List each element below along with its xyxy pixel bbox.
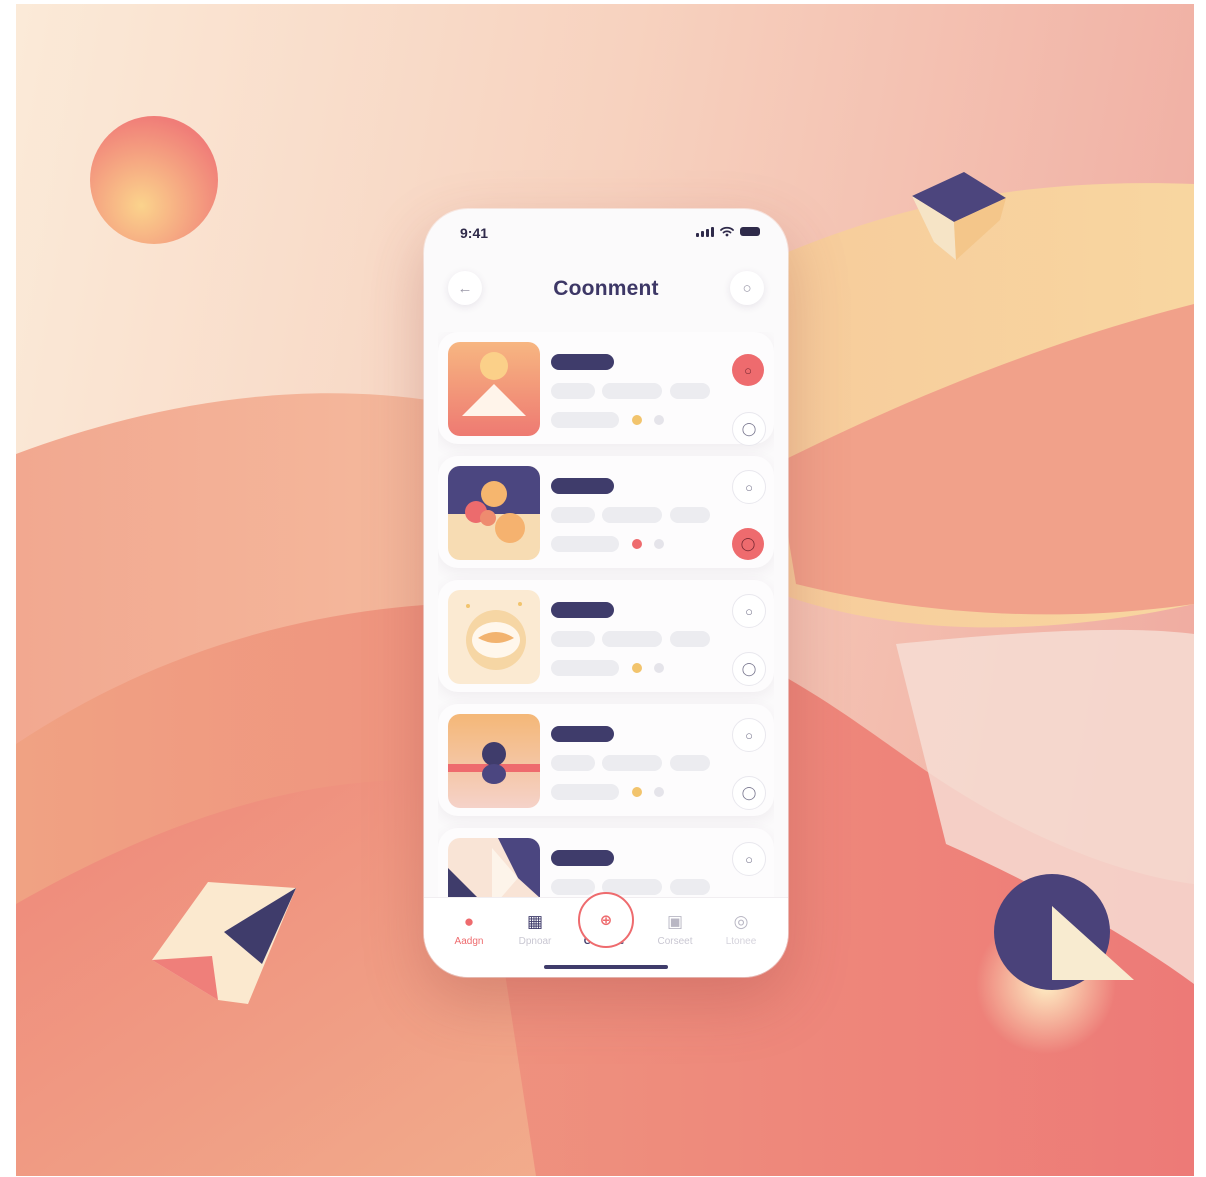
comment-button[interactable]: ◯ xyxy=(732,528,764,560)
list-item[interactable]: ○ ◯ xyxy=(438,580,774,692)
thumbnail xyxy=(448,342,540,436)
text-placeholder xyxy=(551,660,619,676)
center-plus-button[interactable]: ⊕ xyxy=(578,892,634,948)
folder-icon: ▣ xyxy=(666,912,684,931)
status-dot xyxy=(632,539,642,549)
text-placeholder xyxy=(670,631,710,647)
status-dot xyxy=(632,787,642,797)
menu-button[interactable]: ○ xyxy=(730,271,764,305)
status-dot xyxy=(632,663,642,673)
app-header: ← Coonment ○ xyxy=(424,267,788,311)
wifi-icon xyxy=(720,226,734,237)
text-placeholder xyxy=(602,631,662,647)
text-placeholder xyxy=(670,879,710,895)
shapes-image xyxy=(448,838,540,904)
battery-icon xyxy=(740,227,760,236)
tab-label: Ltonee xyxy=(725,936,757,947)
list-item[interactable]: ○ ◯ xyxy=(438,456,774,568)
circle-icon: ○ xyxy=(745,727,753,743)
text-placeholder xyxy=(551,412,619,428)
text-placeholder xyxy=(551,631,595,647)
circle-icon: ○ xyxy=(745,479,753,495)
title-placeholder xyxy=(551,478,614,494)
like-button[interactable]: ○ xyxy=(732,842,766,876)
tab-label: Corseet xyxy=(657,936,693,947)
text-placeholder xyxy=(551,784,619,800)
document-icon: ▦ xyxy=(526,912,544,931)
figure-image xyxy=(448,714,540,808)
spheres-image xyxy=(448,466,540,560)
chat-bubble-icon: ◯ xyxy=(740,536,756,551)
list-item[interactable]: ○ ◯ xyxy=(438,332,774,446)
text-placeholder xyxy=(602,507,662,523)
title-placeholder xyxy=(551,602,614,618)
signal-icon xyxy=(696,226,714,237)
title-placeholder xyxy=(551,354,614,370)
comment-button[interactable]: ◯ xyxy=(732,776,766,810)
like-button[interactable]: ○ xyxy=(732,470,766,504)
like-button[interactable]: ○ xyxy=(732,354,764,386)
text-placeholder xyxy=(670,383,710,399)
status-dot xyxy=(654,415,664,425)
phone-mockup: 9:41 ← Coonment ○ ○ ◯ ○ ◯ ○ ◯ ○ ◯ ○ ● Aa… xyxy=(424,209,788,977)
text-placeholder xyxy=(551,507,595,523)
circle-icon: ○ xyxy=(744,362,752,378)
content-list: ○ ◯ ○ ◯ ○ ◯ ○ ◯ ○ xyxy=(438,332,774,904)
circle-icon: ○ xyxy=(742,279,752,297)
tab-cochore[interactable]: ⊕ Cochore xyxy=(569,892,639,948)
status-dot xyxy=(654,539,664,549)
status-dot xyxy=(654,787,664,797)
status-dot xyxy=(654,663,664,673)
text-placeholder xyxy=(670,755,710,771)
chat-bubble-icon: ◯ xyxy=(741,661,757,676)
title-placeholder xyxy=(551,850,614,866)
tab-label: Dpnoar xyxy=(518,936,552,947)
status-dot xyxy=(632,415,642,425)
comment-button[interactable]: ◯ xyxy=(732,412,766,446)
sunset-mountain-image xyxy=(448,342,540,436)
thumbnail xyxy=(448,590,540,684)
circle-icon: ○ xyxy=(745,851,753,867)
home-indicator xyxy=(544,965,668,969)
message-icon: ◎ xyxy=(733,912,749,931)
text-placeholder xyxy=(551,383,595,399)
tab-ltonee[interactable]: ◎ Ltonee xyxy=(706,912,776,947)
center-plus-icon: ⊕ xyxy=(599,912,613,929)
chat-bubble-icon: ◯ xyxy=(741,785,757,800)
status-time: 9:41 xyxy=(460,225,489,241)
text-placeholder xyxy=(602,383,662,399)
like-button[interactable]: ○ xyxy=(732,594,766,628)
title-placeholder xyxy=(551,726,614,742)
text-placeholder xyxy=(602,755,662,771)
thumbnail xyxy=(448,714,540,808)
chat-bubble-icon: ◯ xyxy=(741,421,757,436)
text-placeholder xyxy=(551,879,595,895)
tab-corseet[interactable]: ▣ Corseet xyxy=(640,912,710,947)
text-placeholder xyxy=(670,507,710,523)
text-placeholder xyxy=(551,755,595,771)
status-icons xyxy=(696,226,760,237)
thumbnail xyxy=(448,466,540,560)
list-item[interactable]: ○ ◯ xyxy=(438,704,774,816)
chat-icon: ● xyxy=(463,912,475,931)
circle-icon: ○ xyxy=(745,603,753,619)
tab-dpnoar[interactable]: ▦ Dpnoar xyxy=(500,912,570,947)
thumbnail xyxy=(448,838,540,904)
comment-button[interactable]: ◯ xyxy=(732,652,766,686)
text-placeholder xyxy=(551,536,619,552)
status-bar: 9:41 xyxy=(424,209,788,259)
tab-aadgn[interactable]: ● Aadgn xyxy=(434,912,504,947)
tab-label: Aadgn xyxy=(454,936,484,947)
bowl-image xyxy=(448,590,540,684)
like-button[interactable]: ○ xyxy=(732,718,766,752)
